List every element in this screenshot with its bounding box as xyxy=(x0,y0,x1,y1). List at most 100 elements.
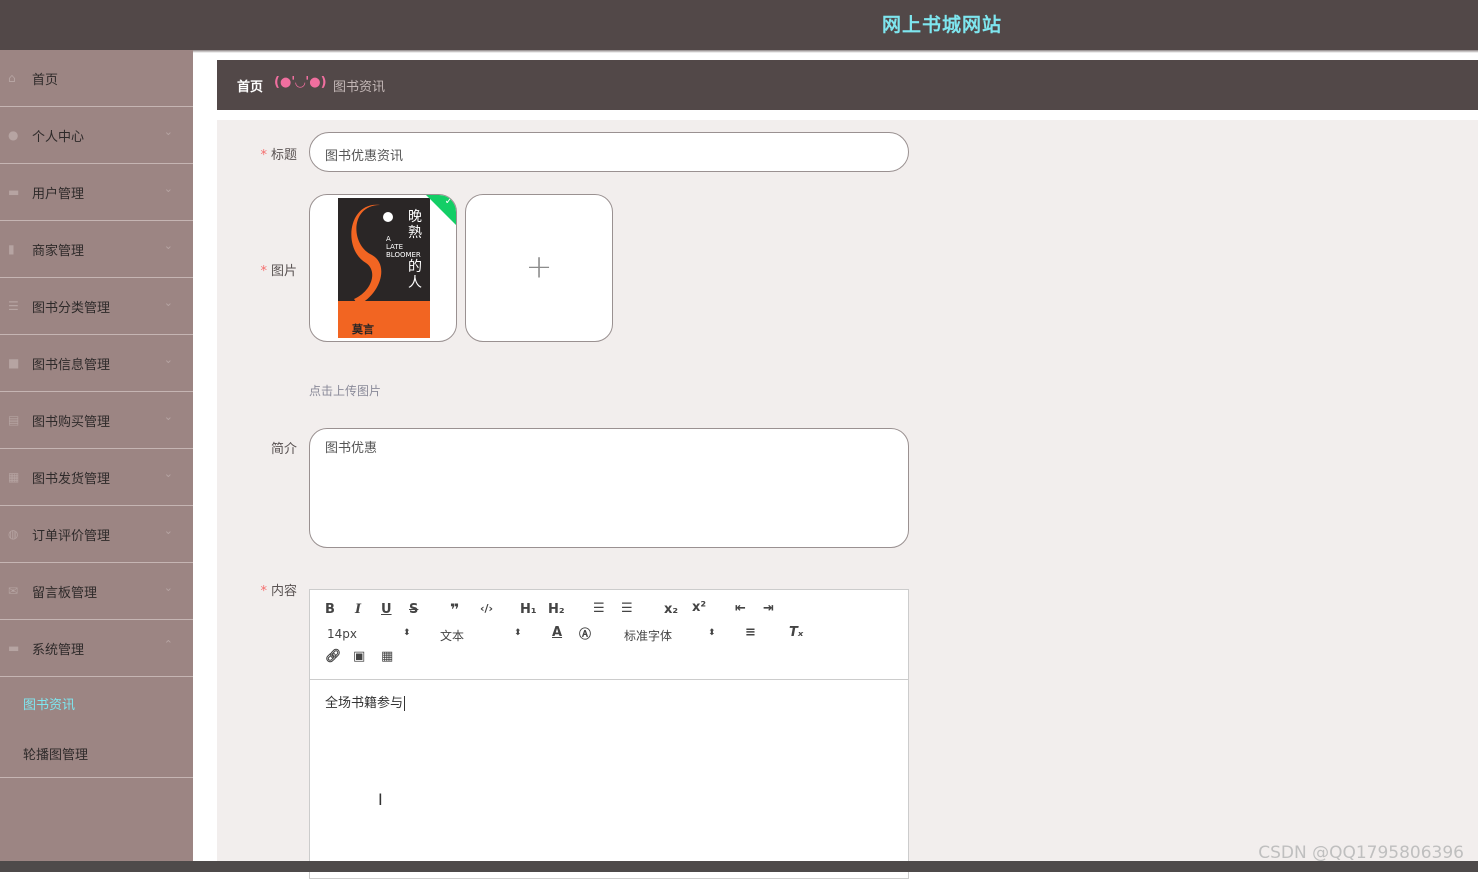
breadcrumb-current: 图书资讯 xyxy=(333,80,386,95)
image-icon[interactable]: ▣ xyxy=(353,649,365,664)
bold-icon[interactable]: B xyxy=(325,602,335,617)
comment-icon: ◍ xyxy=(8,527,19,541)
font-color-icon[interactable]: A xyxy=(552,625,562,640)
clear-format-icon[interactable]: Tₓ xyxy=(789,625,803,640)
top-header: 网上书城网站 xyxy=(0,0,1478,50)
sidebar-item-home[interactable]: ⌂ 首页 xyxy=(0,50,193,107)
bullet-list-icon[interactable]: ☰ xyxy=(621,601,633,616)
heading2-icon[interactable]: H₂ xyxy=(548,602,565,617)
editor-toolbar: B I U S ❞ ‹/› H₁ H₂ ☰ ☰ x₂ x² ⇤ ⇥ 14px ⬍ … xyxy=(310,590,908,680)
breadcrumb-home[interactable]: 首页 xyxy=(237,76,263,95)
sidebar-item-book-shipping[interactable]: ▦ 图书发货管理 ⌄ xyxy=(0,449,193,506)
user-icon: ● xyxy=(8,128,19,142)
sidebar-item-order-review[interactable]: ◍ 订单评价管理 ⌄ xyxy=(0,506,193,563)
cover-title-char: 人 xyxy=(408,275,422,291)
truck-icon: ▦ xyxy=(8,470,20,484)
title-input-value: 图书优惠资讯 xyxy=(325,149,404,164)
rich-text-editor: B I U S ❞ ‹/› H₁ H₂ ☰ ☰ x₂ x² ⇤ ⇥ 14px ⬍ … xyxy=(309,589,909,879)
sidebar-item-label: 系统管理 xyxy=(32,643,85,658)
sidebar-item-label: 图书发货管理 xyxy=(32,472,111,487)
system-submenu: 图书资讯 轮播图管理 xyxy=(0,677,193,778)
intro-label: 简介 xyxy=(270,442,297,457)
list-icon: ☰ xyxy=(8,299,19,313)
sidebar-item-label: 图书购买管理 xyxy=(32,415,111,430)
settings-icon: ▬ xyxy=(8,641,20,655)
sidebar-item-personal-center[interactable]: ● 个人中心 ⌄ xyxy=(0,107,193,164)
sidebar-item-system[interactable]: ▬ 系统管理 ⌃ xyxy=(0,620,193,677)
upload-tip: 点击上传图片 xyxy=(309,384,382,398)
chevron-down-icon: ⌄ xyxy=(163,182,173,195)
cover-en-text: BLOOMER xyxy=(386,251,421,259)
sidebar-item-book-category[interactable]: ☰ 图书分类管理 ⌄ xyxy=(0,278,193,335)
subscript-icon[interactable]: x₂ xyxy=(664,602,678,617)
sidebar-item-label: 图书分类管理 xyxy=(32,301,111,316)
sidebar: ⌂ 首页 ● 个人中心 ⌄ ▬ 用户管理 ⌄ ▮ 商家管理 ⌄ ☰ 图书分类管理… xyxy=(0,50,193,872)
image-label: * 图片 xyxy=(260,264,297,279)
select-arrows-icon: ⬍ xyxy=(708,628,716,638)
title-input[interactable]: 图书优惠资讯 xyxy=(309,132,909,172)
sidebar-item-label: 用户管理 xyxy=(32,187,85,202)
sidebar-item-book-info[interactable]: ■ 图书信息管理 ⌄ xyxy=(0,335,193,392)
heading1-icon[interactable]: H₁ xyxy=(520,602,537,617)
uploaded-image-card[interactable]: 晚 熟 的 人 A LATE BLOOMER 莫言 ✓ xyxy=(309,194,457,342)
form-panel: * 标题 图书优惠资讯 * 图片 晚 熟 的 人 A LATE BLOOMER 莫言… xyxy=(217,120,1478,879)
chevron-down-icon: ⌄ xyxy=(163,239,173,252)
app-title: 网上书城网站 xyxy=(882,14,1003,36)
font-size-value: 14px xyxy=(327,627,357,641)
cover-title-char: 晚 xyxy=(408,209,422,225)
breadcrumb: 首页 (●'◡'●) 图书资讯 xyxy=(217,60,1478,110)
video-icon[interactable]: ▦ xyxy=(381,649,393,664)
link-icon[interactable]: 🔗︎ xyxy=(325,649,342,664)
background-color-icon[interactable]: Ⓐ xyxy=(579,625,591,642)
chevron-down-icon: ⌄ xyxy=(163,353,173,366)
upload-add-button[interactable]: + xyxy=(465,194,613,342)
editor-content[interactable]: 全场书籍参与​ xyxy=(325,692,406,711)
outdent-icon[interactable]: ⇤ xyxy=(735,601,746,616)
cover-title-char: 熟 xyxy=(408,225,422,241)
submenu-item-carousel[interactable]: 轮播图管理 xyxy=(0,727,193,777)
sidebar-item-merchants[interactable]: ▮ 商家管理 ⌄ xyxy=(0,221,193,278)
blockquote-icon[interactable]: ❞ xyxy=(450,600,459,619)
italic-icon[interactable]: I xyxy=(355,602,361,617)
intro-textarea-value: 图书优惠 xyxy=(325,441,378,456)
sidebar-item-label: 订单评价管理 xyxy=(32,529,111,544)
sidebar-item-label: 个人中心 xyxy=(32,130,85,145)
plus-icon: + xyxy=(525,247,553,286)
mail-icon: ✉ xyxy=(8,584,19,598)
sidebar-item-users[interactable]: ▬ 用户管理 ⌄ xyxy=(0,164,193,221)
text-cursor-icon: I xyxy=(378,790,383,809)
text-caret: ​ xyxy=(404,696,406,711)
select-arrows-icon: ⬍ xyxy=(514,628,522,638)
cart-icon: ▤ xyxy=(8,413,20,427)
intro-textarea[interactable]: 图书优惠 xyxy=(309,428,909,548)
submenu-item-book-news[interactable]: 图书资讯 xyxy=(0,677,193,727)
sidebar-item-book-purchase[interactable]: ▤ 图书购买管理 ⌄ xyxy=(0,392,193,449)
submenu-item-label: 图书资讯 xyxy=(23,698,76,713)
watermark: CSDN @QQ1795806396 xyxy=(1258,843,1464,863)
home-icon: ⌂ xyxy=(8,71,16,85)
cover-title-char: 的 xyxy=(408,259,422,275)
code-block-icon[interactable]: ‹/› xyxy=(480,602,493,615)
bottom-bar xyxy=(0,861,1478,872)
underline-icon[interactable]: U xyxy=(381,602,392,617)
indent-icon[interactable]: ⇥ xyxy=(763,601,774,616)
align-icon[interactable]: ≡ xyxy=(745,625,756,640)
sidebar-item-label: 留言板管理 xyxy=(32,586,98,601)
superscript-icon[interactable]: x² xyxy=(692,600,706,615)
chevron-down-icon: ⌄ xyxy=(163,581,173,594)
title-label: * 标题 xyxy=(260,148,297,163)
check-icon: ✓ xyxy=(444,195,453,207)
content-label: * 内容 xyxy=(260,584,297,599)
header-select[interactable]: 文本 ⬍ xyxy=(440,627,530,644)
cover-en-text: A xyxy=(386,235,391,243)
chevron-down-icon: ⌄ xyxy=(163,296,173,309)
header-select-value: 文本 xyxy=(440,629,465,643)
ordered-list-icon[interactable]: ☰ xyxy=(593,601,605,616)
font-size-select[interactable]: 14px ⬍ xyxy=(327,627,417,641)
sidebar-item-message-board[interactable]: ✉ 留言板管理 ⌄ xyxy=(0,563,193,620)
strikethrough-icon[interactable]: S xyxy=(409,602,418,617)
font-family-select[interactable]: 标准字体 ⬍ xyxy=(624,627,724,644)
sidebar-item-label: 图书信息管理 xyxy=(32,358,111,373)
breadcrumb-separator: (●'◡'●) xyxy=(274,75,327,90)
chart-icon: ▮ xyxy=(8,242,15,256)
